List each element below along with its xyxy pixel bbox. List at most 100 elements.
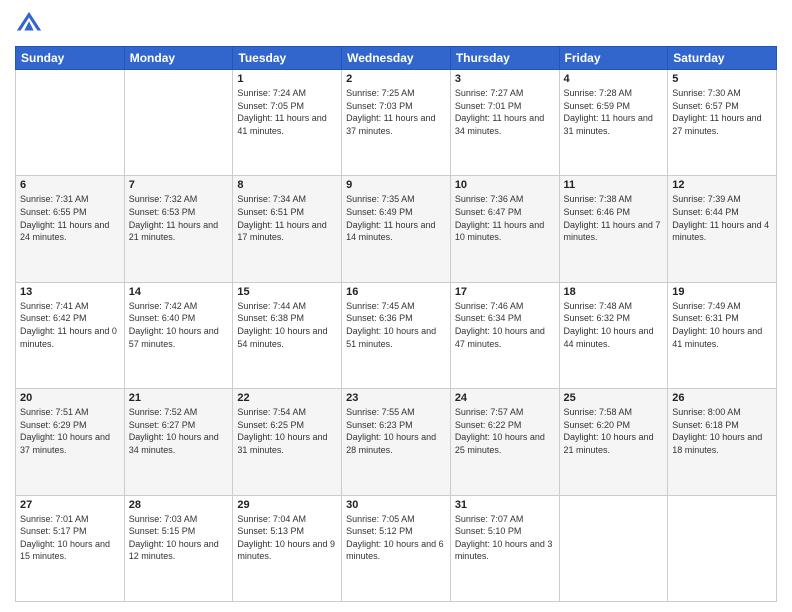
day-number: 31 (455, 499, 555, 511)
weekday-header-thursday: Thursday (450, 47, 559, 70)
calendar-cell: 5 Sunrise: 7:30 AM Sunset: 6:57 PM Daylig… (668, 70, 777, 176)
weekday-header-wednesday: Wednesday (342, 47, 451, 70)
calendar-cell: 17 Sunrise: 7:46 AM Sunset: 6:34 PM Dayli… (450, 282, 559, 388)
day-info: Sunrise: 7:42 AM Sunset: 6:40 PM Dayligh… (129, 300, 229, 350)
calendar-cell: 2 Sunrise: 7:25 AM Sunset: 7:03 PM Daylig… (342, 70, 451, 176)
day-number: 1 (237, 73, 337, 85)
calendar-cell: 22 Sunrise: 7:54 AM Sunset: 6:25 PM Dayli… (233, 389, 342, 495)
calendar-cell: 18 Sunrise: 7:48 AM Sunset: 6:32 PM Dayli… (559, 282, 668, 388)
day-number: 2 (346, 73, 446, 85)
calendar-cell: 3Sunrise: 7:27 AM Sunset: 7:01 PM Daylig… (450, 70, 559, 176)
week-row-3: 20Sunrise: 7:51 AM Sunset: 6:29 PM Dayli… (16, 389, 777, 495)
day-info: Sunrise: 7:03 AM Sunset: 5:15 PM Dayligh… (129, 513, 229, 563)
day-info: Sunrise: 7:55 AM Sunset: 6:23 PM Dayligh… (346, 406, 446, 456)
week-row-2: 13Sunrise: 7:41 AM Sunset: 6:42 PM Dayli… (16, 282, 777, 388)
week-row-1: 6 Sunrise: 7:31 AM Sunset: 6:55 PM Daylig… (16, 176, 777, 282)
day-info: Sunrise: 7:07 AM Sunset: 5:10 PM Dayligh… (455, 513, 555, 563)
calendar-cell: 30 Sunrise: 7:05 AM Sunset: 5:12 PM Dayli… (342, 495, 451, 601)
calendar-cell: 23 Sunrise: 7:55 AM Sunset: 6:23 PM Dayli… (342, 389, 451, 495)
calendar-cell: 1 Sunrise: 7:24 AM Sunset: 7:05 PM Daylig… (233, 70, 342, 176)
day-number: 24 (455, 392, 555, 404)
day-info: Sunrise: 7:28 AM Sunset: 6:59 PM Dayligh… (564, 87, 664, 137)
calendar-cell: 24 Sunrise: 7:57 AM Sunset: 6:22 PM Dayli… (450, 389, 559, 495)
day-number: 7 (129, 179, 229, 191)
day-number: 12 (672, 179, 772, 191)
day-number: 19 (672, 286, 772, 298)
day-info: Sunrise: 7:58 AM Sunset: 6:20 PM Dayligh… (564, 406, 664, 456)
day-info: Sunrise: 7:32 AM Sunset: 6:53 PM Dayligh… (129, 193, 229, 243)
calendar-cell (16, 70, 125, 176)
calendar-cell: 9 Sunrise: 7:35 AM Sunset: 6:49 PM Daylig… (342, 176, 451, 282)
day-info: Sunrise: 7:39 AM Sunset: 6:44 PM Dayligh… (672, 193, 772, 243)
calendar-cell: 8 Sunrise: 7:34 AM Sunset: 6:51 PM Daylig… (233, 176, 342, 282)
calendar-cell: 7 Sunrise: 7:32 AM Sunset: 6:53 PM Daylig… (124, 176, 233, 282)
page: SundayMondayTuesdayWednesdayThursdayFrid… (0, 0, 792, 612)
calendar-cell: 20Sunrise: 7:51 AM Sunset: 6:29 PM Dayli… (16, 389, 125, 495)
weekday-header-tuesday: Tuesday (233, 47, 342, 70)
weekday-header-friday: Friday (559, 47, 668, 70)
day-number: 23 (346, 392, 446, 404)
day-number: 11 (564, 179, 664, 191)
day-info: Sunrise: 7:01 AM Sunset: 5:17 PM Dayligh… (20, 513, 120, 563)
calendar-cell: 21 Sunrise: 7:52 AM Sunset: 6:27 PM Dayli… (124, 389, 233, 495)
day-number: 30 (346, 499, 446, 511)
week-row-0: 1 Sunrise: 7:24 AM Sunset: 7:05 PM Daylig… (16, 70, 777, 176)
day-info: Sunrise: 7:45 AM Sunset: 6:36 PM Dayligh… (346, 300, 446, 350)
calendar-cell (668, 495, 777, 601)
weekday-header-sunday: Sunday (16, 47, 125, 70)
day-number: 17 (455, 286, 555, 298)
day-info: Sunrise: 7:48 AM Sunset: 6:32 PM Dayligh… (564, 300, 664, 350)
day-info: Sunrise: 7:52 AM Sunset: 6:27 PM Dayligh… (129, 406, 229, 456)
day-info: Sunrise: 7:30 AM Sunset: 6:57 PM Dayligh… (672, 87, 772, 137)
week-row-4: 27 Sunrise: 7:01 AM Sunset: 5:17 PM Dayli… (16, 495, 777, 601)
calendar-cell: 31 Sunrise: 7:07 AM Sunset: 5:10 PM Dayli… (450, 495, 559, 601)
day-number: 4 (564, 73, 664, 85)
day-info: Sunrise: 7:38 AM Sunset: 6:46 PM Dayligh… (564, 193, 664, 243)
calendar-cell (124, 70, 233, 176)
calendar-cell: 15Sunrise: 7:44 AM Sunset: 6:38 PM Dayli… (233, 282, 342, 388)
calendar-cell: 6 Sunrise: 7:31 AM Sunset: 6:55 PM Daylig… (16, 176, 125, 282)
day-number: 10 (455, 179, 555, 191)
day-info: Sunrise: 7:27 AM Sunset: 7:01 PM Dayligh… (455, 87, 555, 137)
calendar-cell: 4 Sunrise: 7:28 AM Sunset: 6:59 PM Daylig… (559, 70, 668, 176)
calendar-cell: 11 Sunrise: 7:38 AM Sunset: 6:46 PM Dayli… (559, 176, 668, 282)
calendar-cell: 26 Sunrise: 8:00 AM Sunset: 6:18 PM Dayli… (668, 389, 777, 495)
day-info: Sunrise: 7:54 AM Sunset: 6:25 PM Dayligh… (237, 406, 337, 456)
calendar-cell: 10 Sunrise: 7:36 AM Sunset: 6:47 PM Dayli… (450, 176, 559, 282)
calendar-cell: 25Sunrise: 7:58 AM Sunset: 6:20 PM Dayli… (559, 389, 668, 495)
logo (15, 10, 47, 38)
calendar-cell: 19 Sunrise: 7:49 AM Sunset: 6:31 PM Dayli… (668, 282, 777, 388)
calendar-cell: 12 Sunrise: 7:39 AM Sunset: 6:44 PM Dayli… (668, 176, 777, 282)
calendar-cell: 14Sunrise: 7:42 AM Sunset: 6:40 PM Dayli… (124, 282, 233, 388)
day-info: Sunrise: 7:49 AM Sunset: 6:31 PM Dayligh… (672, 300, 772, 350)
day-number: 9 (346, 179, 446, 191)
day-number: 6 (20, 179, 120, 191)
day-info: Sunrise: 7:46 AM Sunset: 6:34 PM Dayligh… (455, 300, 555, 350)
calendar-cell: 28Sunrise: 7:03 AM Sunset: 5:15 PM Dayli… (124, 495, 233, 601)
day-number: 20 (20, 392, 120, 404)
day-info: Sunrise: 7:57 AM Sunset: 6:22 PM Dayligh… (455, 406, 555, 456)
day-number: 18 (564, 286, 664, 298)
day-number: 26 (672, 392, 772, 404)
header (15, 10, 777, 38)
day-info: Sunrise: 7:34 AM Sunset: 6:51 PM Dayligh… (237, 193, 337, 243)
weekday-header-saturday: Saturday (668, 47, 777, 70)
day-number: 21 (129, 392, 229, 404)
day-info: Sunrise: 7:35 AM Sunset: 6:49 PM Dayligh… (346, 193, 446, 243)
day-info: Sunrise: 7:25 AM Sunset: 7:03 PM Dayligh… (346, 87, 446, 137)
day-info: Sunrise: 7:36 AM Sunset: 6:47 PM Dayligh… (455, 193, 555, 243)
day-info: Sunrise: 7:24 AM Sunset: 7:05 PM Dayligh… (237, 87, 337, 137)
day-info: Sunrise: 7:31 AM Sunset: 6:55 PM Dayligh… (20, 193, 120, 243)
calendar-table: SundayMondayTuesdayWednesdayThursdayFrid… (15, 46, 777, 602)
logo-icon (15, 10, 43, 38)
day-number: 22 (237, 392, 337, 404)
day-number: 29 (237, 499, 337, 511)
day-info: Sunrise: 8:00 AM Sunset: 6:18 PM Dayligh… (672, 406, 772, 456)
day-number: 8 (237, 179, 337, 191)
day-info: Sunrise: 7:05 AM Sunset: 5:12 PM Dayligh… (346, 513, 446, 563)
day-number: 15 (237, 286, 337, 298)
day-number: 5 (672, 73, 772, 85)
weekday-header-monday: Monday (124, 47, 233, 70)
day-number: 27 (20, 499, 120, 511)
day-info: Sunrise: 7:04 AM Sunset: 5:13 PM Dayligh… (237, 513, 337, 563)
